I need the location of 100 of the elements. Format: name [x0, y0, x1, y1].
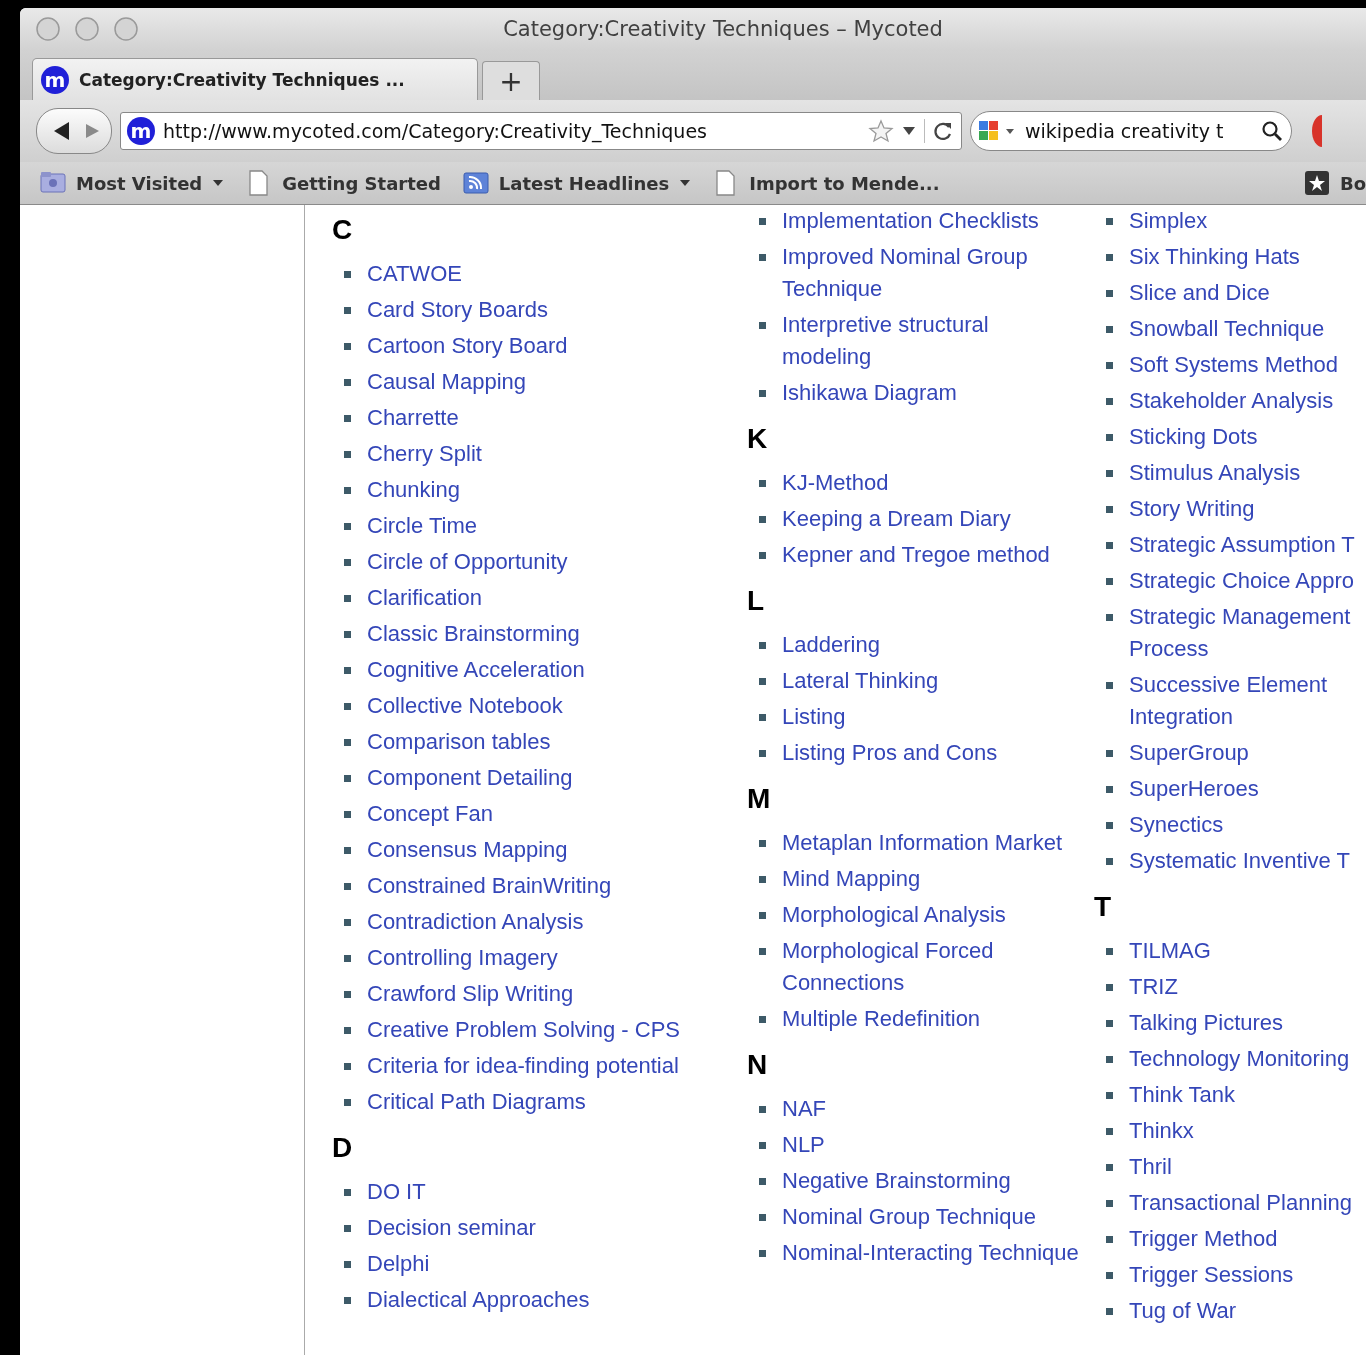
category-link[interactable]: Metaplan Information Market: [782, 827, 1082, 859]
category-link[interactable]: Morphological Analysis: [782, 899, 1082, 931]
category-link[interactable]: Clarification: [367, 582, 727, 614]
category-link[interactable]: Critical Path Diagrams: [367, 1086, 727, 1118]
search-field[interactable]: wikipedia creativity t: [970, 111, 1292, 151]
bullet-icon: [1106, 750, 1113, 757]
window-control-icon[interactable]: [113, 16, 139, 42]
category-link[interactable]: Ishikawa Diagram: [782, 377, 1082, 409]
category-link[interactable]: Tug of War: [1129, 1295, 1365, 1327]
category-link[interactable]: Trigger Sessions: [1129, 1259, 1365, 1291]
category-link[interactable]: Concept Fan: [367, 798, 727, 830]
bookmark-item[interactable]: Getting Started: [246, 170, 441, 196]
category-link[interactable]: Charrette: [367, 402, 727, 434]
bullet-icon: [759, 714, 766, 721]
category-link[interactable]: Mind Mapping: [782, 863, 1082, 895]
category-link[interactable]: Cartoon Story Board: [367, 330, 727, 362]
category-link[interactable]: Listing: [782, 701, 1082, 733]
category-link[interactable]: Collective Notebook: [367, 690, 727, 722]
category-link[interactable]: Causal Mapping: [367, 366, 727, 398]
category-link[interactable]: Thril: [1129, 1151, 1365, 1183]
category-link[interactable]: Stimulus Analysis: [1129, 457, 1365, 489]
category-link[interactable]: Thinkx: [1129, 1115, 1365, 1147]
category-link[interactable]: NLP: [782, 1129, 1082, 1161]
category-link[interactable]: Kepner and Tregoe method: [782, 539, 1082, 571]
category-link[interactable]: Sticking Dots: [1129, 421, 1365, 453]
category-link[interactable]: Component Detailing: [367, 762, 727, 794]
category-link[interactable]: Nominal Group Technique: [782, 1201, 1082, 1233]
category-link[interactable]: Multiple Redefinition: [782, 1003, 1082, 1035]
category-link[interactable]: Successive Element Integration: [1129, 669, 1365, 733]
dropdown-icon[interactable]: [902, 126, 916, 136]
category-link[interactable]: Morphological Forced Connections: [782, 935, 1082, 999]
category-link[interactable]: SuperHeroes: [1129, 773, 1365, 805]
category-link[interactable]: KJ-Method: [782, 467, 1082, 499]
category-link[interactable]: Soft Systems Method: [1129, 349, 1365, 381]
category-link[interactable]: Cherry Split: [367, 438, 727, 470]
category-link[interactable]: Technology Monitoring: [1129, 1043, 1365, 1075]
category-link[interactable]: Six Thinking Hats: [1129, 241, 1365, 273]
category-link[interactable]: Strategic Choice Appro: [1129, 565, 1365, 597]
category-link[interactable]: Nominal-Interacting Technique: [782, 1237, 1082, 1269]
category-link[interactable]: Implementation Checklists: [782, 205, 1082, 237]
addon-icon[interactable]: [1310, 113, 1322, 149]
category-link[interactable]: Delphi: [367, 1248, 727, 1280]
forward-icon[interactable]: [83, 122, 101, 140]
category-link[interactable]: Contradiction Analysis: [367, 906, 727, 938]
category-link[interactable]: Systematic Inventive T: [1129, 845, 1365, 877]
category-link[interactable]: Decision seminar: [367, 1212, 727, 1244]
category-link[interactable]: Simplex: [1129, 205, 1365, 237]
favicon: m: [127, 117, 155, 145]
star-icon[interactable]: [868, 119, 894, 143]
category-link[interactable]: Story Writing: [1129, 493, 1365, 525]
category-link[interactable]: Chunking: [367, 474, 727, 506]
category-link[interactable]: Keeping a Dream Diary: [782, 503, 1082, 535]
category-link[interactable]: Cognitive Acceleration: [367, 654, 727, 686]
search-icon[interactable]: [1261, 120, 1283, 142]
category-link[interactable]: Laddering: [782, 629, 1082, 661]
address-field[interactable]: m http://www.mycoted.com/Category:Creativity_Techniques: [120, 112, 962, 150]
bookmark-item[interactable]: Latest Headlines: [462, 170, 692, 196]
window-control-icon[interactable]: [74, 16, 100, 42]
category-link[interactable]: Strategic Assumption T: [1129, 529, 1365, 561]
category-link[interactable]: Card Story Boards: [367, 294, 727, 326]
category-link[interactable]: Listing Pros and Cons: [782, 737, 1082, 769]
category-link[interactable]: Transactional Planning: [1129, 1187, 1365, 1219]
category-link[interactable]: Think Tank: [1129, 1079, 1365, 1111]
category-link[interactable]: Dialectical Approaches: [367, 1284, 727, 1316]
category-link[interactable]: TILMAG: [1129, 935, 1365, 967]
category-link[interactable]: Classic Brainstorming: [367, 618, 727, 650]
category-link[interactable]: Comparison tables: [367, 726, 727, 758]
category-link[interactable]: Snowball Technique: [1129, 313, 1365, 345]
category-link[interactable]: Interpretive structural modeling: [782, 309, 1082, 373]
back-forward-control[interactable]: [36, 108, 112, 154]
category-link[interactable]: Consensus Mapping: [367, 834, 727, 866]
category-link[interactable]: CATWOE: [367, 258, 727, 290]
window-control-icon[interactable]: [35, 16, 61, 42]
bookmark-item[interactable]: Most Visited: [40, 170, 225, 196]
category-link[interactable]: Stakeholder Analysis: [1129, 385, 1365, 417]
category-link[interactable]: Constrained BrainWriting: [367, 870, 727, 902]
category-link[interactable]: Strategic Management Process: [1129, 601, 1365, 665]
bookmark-item[interactable]: Import to Mende...: [713, 170, 940, 196]
category-link[interactable]: Talking Pictures: [1129, 1007, 1365, 1039]
category-link[interactable]: DO IT: [367, 1176, 727, 1208]
category-link[interactable]: TRIZ: [1129, 971, 1365, 1003]
browser-tab[interactable]: m Category:Creativity Techniques ...: [32, 58, 478, 100]
category-link[interactable]: NAF: [782, 1093, 1082, 1125]
category-link[interactable]: Crawford Slip Writing: [367, 978, 727, 1010]
category-link[interactable]: Negative Brainstorming: [782, 1165, 1082, 1197]
bullet-icon: [1106, 786, 1113, 793]
category-link[interactable]: Controlling Imagery: [367, 942, 727, 974]
category-link[interactable]: Improved Nominal Group Technique: [782, 241, 1082, 305]
category-link[interactable]: Circle of Opportunity: [367, 546, 727, 578]
category-link[interactable]: Synectics: [1129, 809, 1365, 841]
category-link[interactable]: Slice and Dice: [1129, 277, 1365, 309]
category-link[interactable]: Lateral Thinking: [782, 665, 1082, 697]
new-tab-button[interactable]: +: [482, 61, 540, 100]
category-link[interactable]: SuperGroup: [1129, 737, 1365, 769]
bookmark-item[interactable]: Bo: [1303, 170, 1366, 196]
category-link[interactable]: Creative Problem Solving - CPS: [367, 1014, 727, 1046]
category-link[interactable]: Criteria for idea-finding potential: [367, 1050, 727, 1082]
category-link[interactable]: Circle Time: [367, 510, 727, 542]
category-link[interactable]: Trigger Method: [1129, 1223, 1365, 1255]
bullet-icon: [344, 595, 351, 602]
